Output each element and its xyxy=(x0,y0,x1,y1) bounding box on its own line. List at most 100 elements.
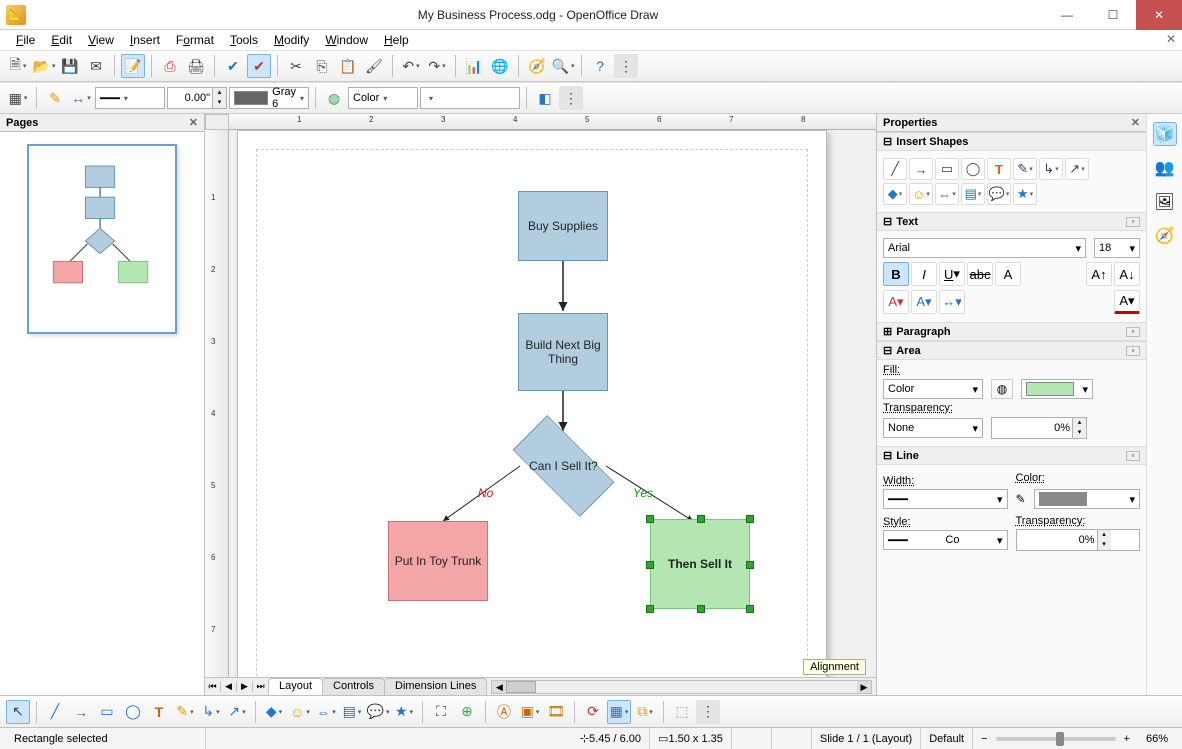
autospell-button[interactable]: ✔ xyxy=(247,54,271,78)
flowchart-box-build[interactable]: Build Next Big Thing xyxy=(518,313,608,391)
zoom-controls[interactable]: − + xyxy=(973,728,1138,749)
edit-file-button[interactable]: 📝 xyxy=(121,54,145,78)
save-button[interactable]: 💾 xyxy=(58,54,82,78)
fontwork-tool[interactable]: Ⓐ xyxy=(492,700,516,724)
tab-dimension[interactable]: Dimension Lines xyxy=(384,678,487,695)
menu-file[interactable]: File xyxy=(8,32,43,48)
menu-modify[interactable]: Modify xyxy=(266,32,317,48)
copy-button[interactable]: ⎘ xyxy=(310,54,334,78)
zoom-button[interactable]: 🔍 xyxy=(551,54,575,78)
flowchart-box-sell[interactable]: Then Sell It xyxy=(650,519,750,609)
pages-panel-close-icon[interactable]: ✕ xyxy=(189,116,198,129)
section-paragraph[interactable]: ⊞ Paragraph▫ xyxy=(877,322,1146,341)
minimize-button[interactable]: — xyxy=(1044,0,1090,30)
zoom-out-icon[interactable]: − xyxy=(981,733,987,745)
shape-flowchart-icon[interactable]: ▤ xyxy=(961,183,985,205)
help-button[interactable]: ? xyxy=(588,54,612,78)
section-line[interactable]: ⊟ Line▫ xyxy=(877,446,1146,465)
shape-rect-icon[interactable]: ▭ xyxy=(935,158,959,180)
menu-view[interactable]: View xyxy=(80,32,122,48)
text-tool[interactable]: T xyxy=(147,700,171,724)
block-arrows-tool[interactable]: ⇔ xyxy=(314,700,338,724)
shape-lines-icon[interactable]: ↗ xyxy=(1065,158,1089,180)
line-width-spinner[interactable]: ▴▾ xyxy=(167,87,227,109)
fill-type-combo[interactable]: Color▾ xyxy=(348,87,418,109)
shape-line-icon[interactable]: ╱ xyxy=(883,158,907,180)
gluepoints-tool[interactable]: ⊕ xyxy=(455,700,479,724)
grow-font-button[interactable]: A↑ xyxy=(1086,262,1112,286)
line-color-combo[interactable]: Gray 6▾ xyxy=(229,87,309,109)
font-size-combo[interactable]: 18▾ xyxy=(1094,238,1140,258)
shadow-button[interactable]: ◧ xyxy=(533,86,557,110)
font-color-button[interactable]: A▾ xyxy=(883,290,909,314)
symbol-shapes-tool[interactable]: ☺ xyxy=(288,700,312,724)
shape-basic-icon[interactable]: ◆ xyxy=(883,183,907,205)
undo-button[interactable]: ↶ xyxy=(399,54,423,78)
fill-color-select[interactable]: ▾ xyxy=(1021,379,1093,399)
menu-edit[interactable]: Edit xyxy=(43,32,80,48)
fill-bucket-icon[interactable]: ◍ xyxy=(991,379,1013,399)
lines-tool[interactable]: ↗ xyxy=(225,700,249,724)
zoom-percent[interactable]: 66% xyxy=(1138,728,1176,749)
line-style-select[interactable]: ━━━ Co▾ xyxy=(883,530,1008,550)
tab-nav[interactable]: ⏮◀▶⏭ xyxy=(205,681,269,692)
section-text[interactable]: ⊟ Text▫ xyxy=(877,212,1146,231)
para-more-icon[interactable]: ▫ xyxy=(1126,327,1140,337)
flowchart-box-trunk[interactable]: Put In Toy Trunk xyxy=(388,521,488,601)
line-style-combo[interactable]: ━━━▾ xyxy=(95,87,165,109)
flowchart-diamond[interactable]: Can I Sell It? xyxy=(516,431,611,501)
redo-button[interactable]: ↷ xyxy=(425,54,449,78)
print-button[interactable]: 🖨 xyxy=(184,54,208,78)
arrange-tool[interactable]: ⧉ xyxy=(633,700,657,724)
page-canvas[interactable]: Buy Supplies Build Next Big Thing Can I … xyxy=(237,130,827,677)
chart-button[interactable]: 📊 xyxy=(462,54,486,78)
close-button[interactable]: ✕ xyxy=(1136,0,1182,30)
underline-button[interactable]: U▾ xyxy=(939,262,965,286)
line-color-select[interactable]: ▾ xyxy=(1034,489,1140,509)
shrink-font-button[interactable]: A↓ xyxy=(1114,262,1140,286)
area-more-icon[interactable]: ▫ xyxy=(1126,346,1140,356)
from-file-tool[interactable]: ▣ xyxy=(518,700,542,724)
line-more-icon[interactable]: ▫ xyxy=(1126,451,1140,461)
open-button[interactable]: 📂 xyxy=(32,54,56,78)
menu-tools[interactable]: Tools xyxy=(222,32,266,48)
shape-callout-icon[interactable]: 💬 xyxy=(987,183,1011,205)
transparency-type-select[interactable]: None▾ xyxy=(883,418,983,438)
horizontal-scrollbar[interactable]: ◀ ▶ xyxy=(491,680,872,694)
shape-curve-icon[interactable]: ✎ xyxy=(1013,158,1037,180)
sidebar-gallery-icon[interactable]: 🖼 xyxy=(1153,190,1177,214)
bold-button[interactable]: B xyxy=(883,262,909,286)
flowchart-box-buy[interactable]: Buy Supplies xyxy=(518,191,608,261)
paste-button[interactable]: 📋 xyxy=(336,54,360,78)
toolbar2-overflow[interactable]: ⋮ xyxy=(559,86,583,110)
line-tool[interactable]: ╱ xyxy=(43,700,67,724)
cut-button[interactable]: ✂ xyxy=(284,54,308,78)
line-width-input[interactable] xyxy=(168,92,212,104)
menu-help[interactable]: Help xyxy=(376,32,417,48)
ellipse-tool[interactable]: ◯ xyxy=(121,700,145,724)
curve-tool[interactable]: ✎ xyxy=(173,700,197,724)
properties-close-icon[interactable]: ✕ xyxy=(1131,116,1140,129)
area-icon[interactable]: ◍ xyxy=(322,86,346,110)
shape-star-icon[interactable]: ★ xyxy=(1013,183,1037,205)
shape-symbol-icon[interactable]: ☺ xyxy=(909,183,933,205)
shadow-text-button[interactable]: A xyxy=(995,262,1021,286)
page-thumbnail-1[interactable] xyxy=(27,144,177,334)
font-color2-button[interactable]: A▾ xyxy=(1114,290,1140,314)
export-pdf-button[interactable]: ⎙ xyxy=(158,54,182,78)
toolbar-overflow[interactable]: ⋮ xyxy=(614,54,638,78)
char-spacing-button[interactable]: ↔▾ xyxy=(939,290,965,314)
basic-shapes-tool[interactable]: ◆ xyxy=(262,700,286,724)
section-area[interactable]: ⊟ Area▫ xyxy=(877,341,1146,360)
zoom-in-icon[interactable]: + xyxy=(1124,733,1130,745)
line-trans-spinner[interactable]: ▴▾ xyxy=(1016,529,1141,551)
extrusion-tool[interactable]: ⬚ xyxy=(670,700,694,724)
strike-button[interactable]: abc xyxy=(967,262,993,286)
menu-format[interactable]: Format xyxy=(168,32,222,48)
rotate-tool[interactable]: ⟳ xyxy=(581,700,605,724)
arrange-button[interactable]: ▦ xyxy=(6,86,30,110)
format-paintbrush-button[interactable]: 🖌 xyxy=(362,54,386,78)
tab-controls[interactable]: Controls xyxy=(322,678,385,695)
navigator-button[interactable]: 🧭 xyxy=(525,54,549,78)
sidebar-properties-icon[interactable]: 🧊 xyxy=(1153,122,1177,146)
